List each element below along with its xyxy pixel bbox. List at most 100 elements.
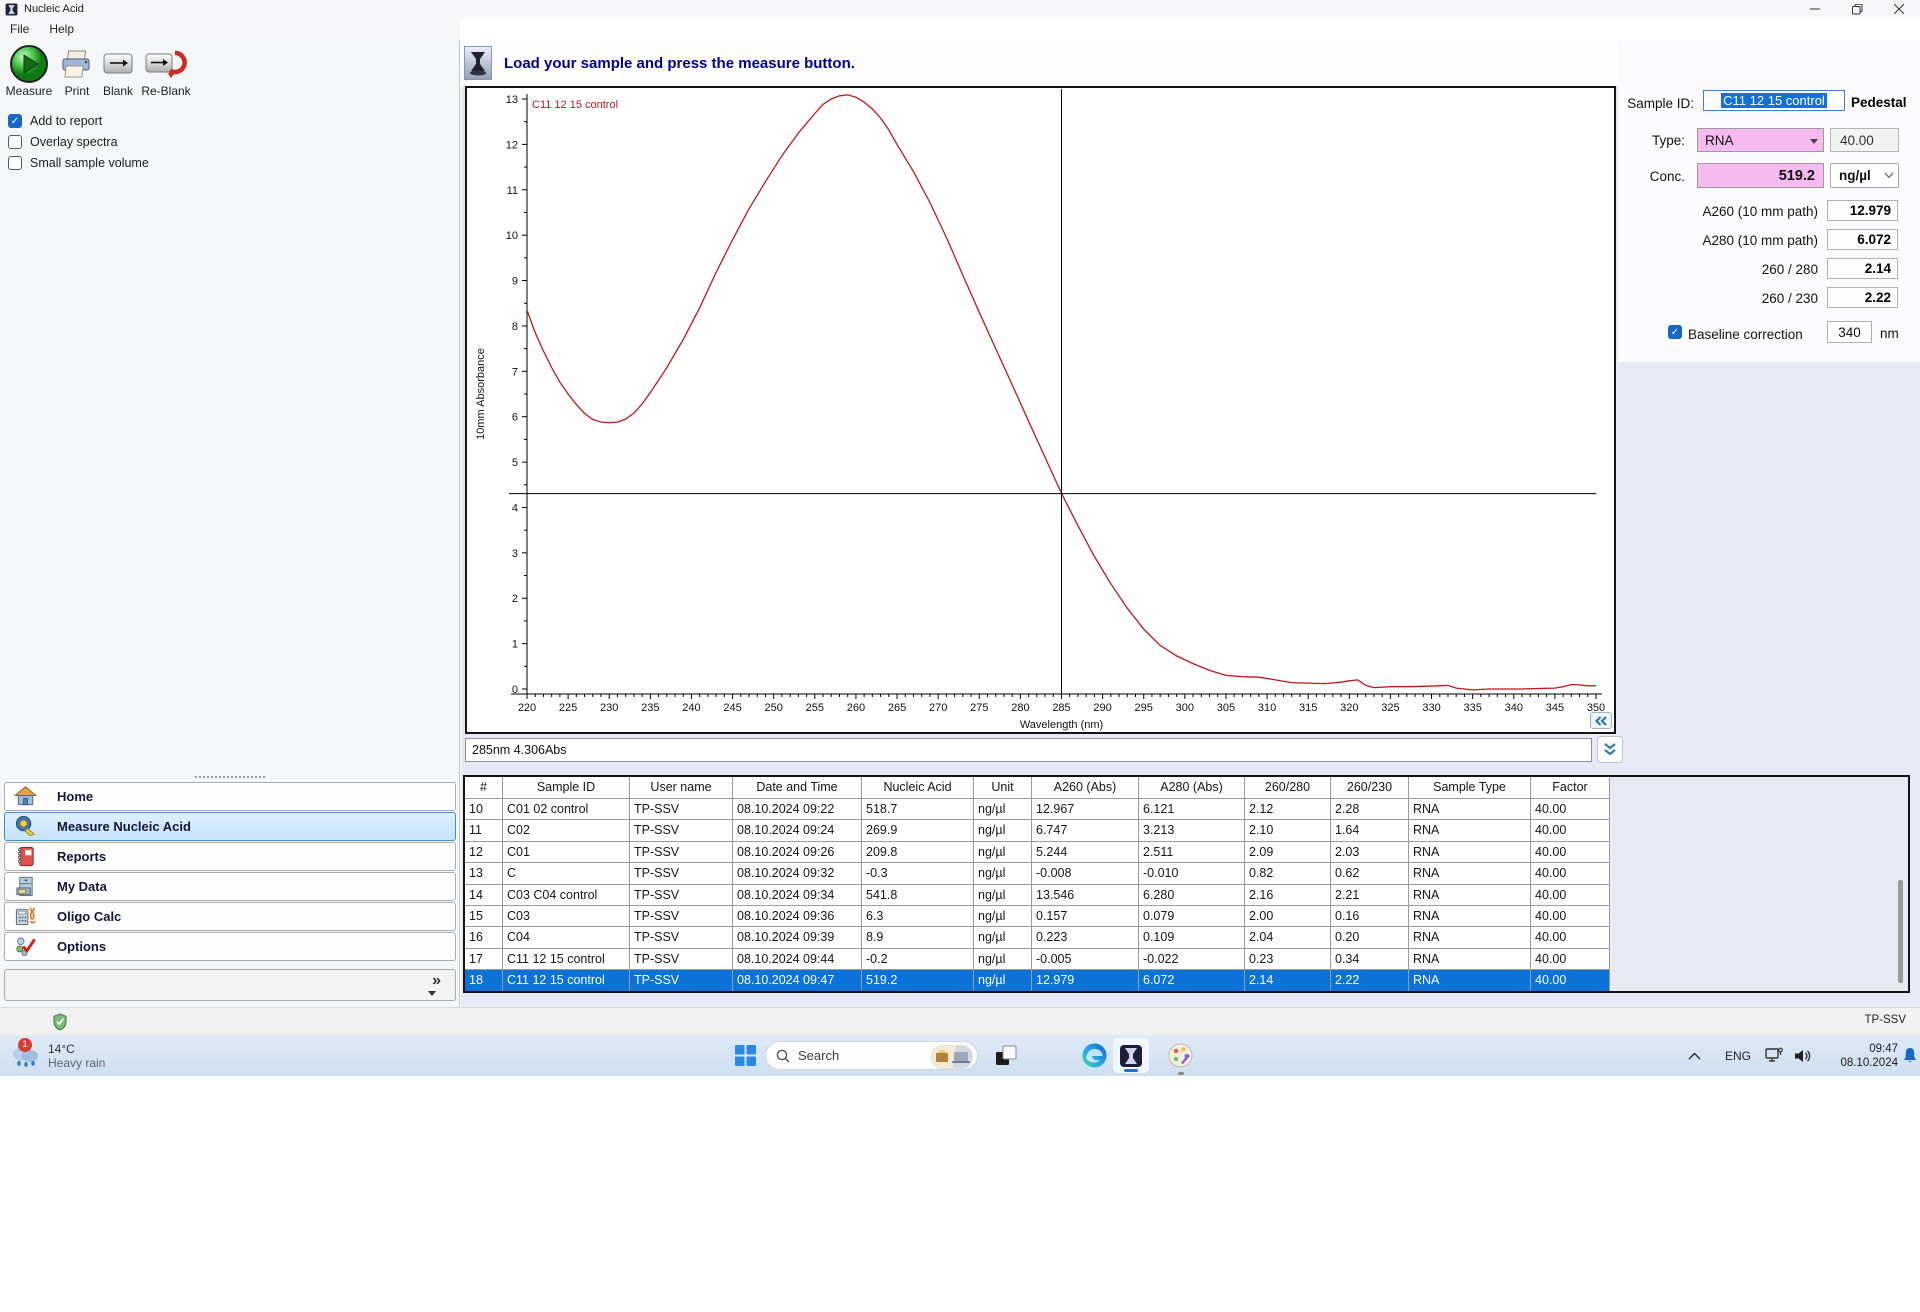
factor-field[interactable]: 40.00 — [1830, 128, 1899, 152]
weather-widget[interactable]: 1 14°C Heavy rain — [8, 1037, 158, 1074]
table-cell: RNA — [1409, 841, 1531, 864]
clock[interactable]: 09:47 08.10.2024 — [1832, 1035, 1898, 1076]
calculator-dna-icon — [13, 905, 37, 929]
type-value: RNA — [1705, 132, 1734, 148]
unit-dropdown[interactable]: ng/µl — [1830, 163, 1899, 188]
restore-button[interactable] — [1836, 0, 1878, 18]
table-row[interactable]: 15 C03 TP-SSV 08.10.2024 09:36 6.3 ng/µl 0.157… — [465, 905, 1908, 928]
table-cell: RNA — [1409, 863, 1531, 885]
table-row[interactable]: 14 C03 C04 control TP-SSV 08.10.2024 09:34 5… — [465, 884, 1908, 906]
reblank-button[interactable]: Re-Blank — [139, 44, 193, 98]
svg-text:315: 315 — [1299, 702, 1317, 714]
checkbox-icon — [8, 156, 22, 170]
concentration-field[interactable]: 519.2 — [1697, 163, 1824, 188]
table-cell: RNA — [1409, 970, 1531, 991]
sidebar-item-label: Reports — [57, 849, 107, 864]
table-row[interactable]: 12 C01 TP-SSV 08.10.2024 09:26 209.8 ng/µl 5.2… — [465, 841, 1908, 864]
type-dropdown[interactable]: RNA — [1697, 128, 1824, 152]
table-cell: ng/µl — [974, 905, 1032, 928]
left-panel: Measure Print Blank Re-Blank ✓ Add to re… — [0, 40, 460, 1007]
svg-text:305: 305 — [1217, 702, 1235, 714]
title-bar: Nucleic Acid — [0, 0, 1920, 18]
table-cell: TP-SSV — [630, 820, 733, 842]
sidebar-item-oligo-calc[interactable]: Oligo Calc — [4, 902, 456, 931]
network-icon[interactable] — [1765, 1035, 1785, 1076]
svg-text:300: 300 — [1176, 702, 1194, 714]
table-cell: 40.00 — [1531, 820, 1610, 842]
svg-text:12: 12 — [506, 139, 518, 151]
sidebar-item-reports[interactable]: Reports — [4, 842, 456, 871]
table-cell: RNA — [1409, 884, 1531, 906]
volume-icon[interactable] — [1794, 1035, 1813, 1076]
chevron-down-icon — [1810, 139, 1818, 144]
menu-help[interactable]: Help — [39, 22, 84, 36]
minimize-button[interactable] — [1794, 0, 1836, 18]
blank-button[interactable]: Blank — [99, 44, 137, 98]
table-header-cell: Sample ID — [503, 777, 630, 799]
table-scrollbar[interactable] — [1898, 880, 1903, 983]
baseline-correction-label: Baseline correction — [1688, 327, 1803, 342]
chart-collapse-button[interactable] — [1590, 712, 1612, 729]
table-cell: 2.03 — [1331, 841, 1409, 864]
small-sample-volume-checkbox[interactable]: Small sample volume — [8, 156, 149, 170]
sidebar-item-home[interactable]: Home — [4, 782, 456, 811]
edge-browser-icon[interactable] — [1082, 1043, 1107, 1068]
add-to-report-checkbox[interactable]: Add to report — [8, 114, 102, 128]
svg-text:290: 290 — [1093, 702, 1111, 714]
sidebar-item-measure-nucleic-acid[interactable]: Measure Nucleic Acid — [4, 812, 456, 841]
chart-legend: C11 12 15 control — [532, 99, 618, 111]
table-cell: 5.244 — [1032, 841, 1139, 864]
table-cell: RNA — [1409, 905, 1531, 928]
sidebar-item-options[interactable]: Options — [4, 932, 456, 961]
notification-bell-icon[interactable] — [1902, 1035, 1918, 1076]
tray-chevron-up[interactable] — [1688, 1035, 1701, 1076]
table-expand-button[interactable] — [1597, 736, 1623, 763]
a260-value: 12.979 — [1827, 200, 1898, 221]
spectrum-plot[interactable]: 220 225 230 235 240 245 250 255 260 265 270 275 280 2… — [467, 88, 1614, 732]
start-button[interactable] — [735, 1045, 756, 1066]
svg-text:260: 260 — [847, 702, 865, 714]
paint-app-icon[interactable] — [1168, 1043, 1193, 1068]
print-button[interactable]: Print — [57, 44, 97, 98]
a280-value: 6.072 — [1827, 229, 1898, 250]
table-row[interactable]: 16 C04 TP-SSV 08.10.2024 09:39 8.9 ng/µl 0.223… — [465, 927, 1908, 949]
task-view-button[interactable] — [995, 1045, 1017, 1067]
table-cell: ng/µl — [974, 820, 1032, 842]
sidebar-item-label: Home — [57, 789, 94, 804]
table-row[interactable]: 11 C02 TP-SSV 08.10.2024 09:24 269.9 ng/µl 6.7… — [465, 820, 1908, 842]
table-row[interactable]: 13 C TP-SSV 08.10.2024 09:32 -0.3 ng/µl -0.008… — [465, 863, 1908, 885]
svg-text:220: 220 — [518, 702, 536, 714]
baseline-wavelength-field[interactable]: 340 — [1827, 321, 1872, 343]
table-row[interactable]: 10 C01 02 control TP-SSV 08.10.2024 09:22 51… — [465, 799, 1908, 821]
nucleic-acid-app-taskbar-icon[interactable] — [1113, 1038, 1149, 1073]
close-button[interactable] — [1878, 0, 1920, 18]
baseline-correction-checkbox[interactable] — [1668, 325, 1690, 339]
sample-id-input[interactable]: C11 12 15 control — [1703, 90, 1845, 111]
app-status-bar: TP-SSV — [0, 1007, 1920, 1035]
table-cell: 0.16 — [1331, 905, 1409, 928]
window-title: Nucleic Acid — [24, 3, 84, 15]
table-cell: TP-SSV — [630, 884, 733, 906]
table-row[interactable]: 18 C11 12 15 control TP-SSV 08.10.2024 09:4… — [465, 970, 1908, 991]
search-input[interactable]: Search — [765, 1041, 978, 1070]
sidebar-collapse-button[interactable]: » — [4, 969, 456, 1001]
table-cell: 08.10.2024 09:47 — [733, 970, 862, 991]
spectrum-chart[interactable]: 220 225 230 235 240 245 250 255 260 265 270 275 280 2… — [465, 86, 1616, 734]
language-indicator[interactable]: ENG — [1725, 1035, 1751, 1076]
date: 08.10.2024 — [1840, 1056, 1898, 1069]
menu-bar: File Help — [0, 18, 460, 40]
sidebar-item-my-data[interactable]: My Data — [4, 872, 456, 901]
table-cell: 2.28 — [1331, 799, 1409, 821]
table-cell: C04 — [503, 927, 630, 949]
svg-text:320: 320 — [1340, 702, 1358, 714]
menu-file[interactable]: File — [0, 22, 39, 36]
pedestal-photo-icon — [464, 46, 492, 80]
measure-button[interactable]: Measure — [2, 44, 56, 98]
weather-condition: Heavy rain — [48, 1055, 106, 1070]
table-cell: 8.9 — [862, 927, 974, 949]
overlay-spectra-checkbox[interactable]: Overlay spectra — [8, 135, 118, 149]
table-cell: 0.079 — [1139, 905, 1245, 928]
table-cell: ng/µl — [974, 970, 1032, 991]
table-row[interactable]: 17 C11 12 15 control TP-SSV 08.10.2024 09:4… — [465, 948, 1908, 971]
table-cell: 40.00 — [1531, 970, 1610, 991]
